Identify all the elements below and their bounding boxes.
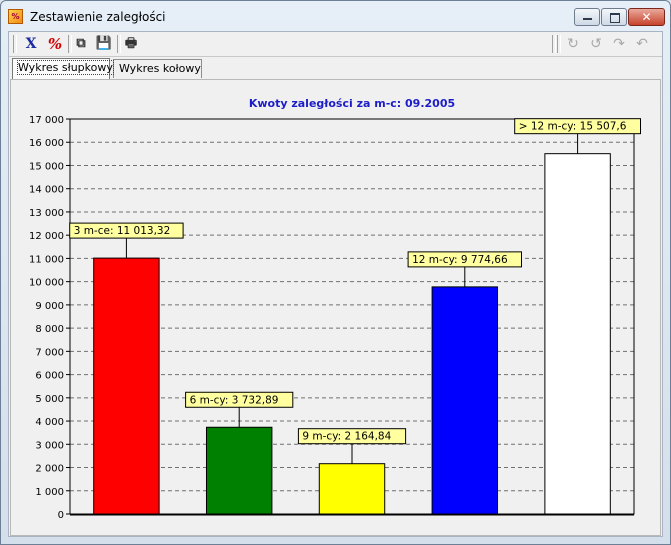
toolbar-grip[interactable] <box>552 35 556 53</box>
y-tick-label: 11 000 <box>29 254 64 265</box>
bar <box>93 257 160 515</box>
y-tick-label: 6 000 <box>35 371 64 382</box>
rotate-cw-icon: ↻ <box>567 36 579 52</box>
redo-button[interactable]: ↷ <box>609 35 629 53</box>
print-button[interactable]: 🖶 <box>121 35 141 53</box>
y-tick-label: 10 000 <box>29 278 64 289</box>
y-tick-label: 3 000 <box>35 440 64 451</box>
data-label: 12 m-cy: 9 774,66 <box>412 254 508 266</box>
bar-chart: Kwoty zaległości za m-c: 09.2005 0 1 000 2 … <box>29 97 642 521</box>
window-client: X % ⧉ 💾 🖶 ↻ ↺ ↷ ↶ Wykres słupkowy Wykres… <box>8 31 663 537</box>
window-title: Zestawienie zaległości <box>30 10 166 24</box>
tab-pie-chart[interactable]: Wykres kołowy <box>113 59 202 78</box>
data-label: 3 m-ce: 11 013,32 <box>74 225 171 237</box>
data-label: > 12 m-cy: 15 507,6 <box>519 121 627 133</box>
bar <box>205 426 273 515</box>
rotate-cw-button[interactable]: ↻ <box>563 35 583 53</box>
rotate-ccw-icon: ↺ <box>590 36 602 52</box>
data-label: 9 m-cy: 2 164,84 <box>302 431 391 443</box>
minimize-icon <box>583 18 592 20</box>
rotate-ccw-button[interactable]: ↺ <box>586 35 606 53</box>
delete-button[interactable]: X <box>21 35 41 53</box>
title-bar[interactable]: % Zestawienie zaległości ✕ <box>1 1 670 31</box>
save-button[interactable]: 💾 <box>94 35 114 53</box>
tab-label: Wykres kołowy <box>119 62 201 75</box>
y-tick-label: 1 000 <box>35 487 64 498</box>
close-button[interactable]: ✕ <box>628 8 665 26</box>
app-icon: % <box>8 9 23 24</box>
tab-label: Wykres słupkowy <box>17 60 114 75</box>
y-tick-label: 2 000 <box>35 464 64 475</box>
y-tick-label: 0 <box>58 510 64 521</box>
maximize-button[interactable] <box>601 8 627 26</box>
maximize-icon <box>610 13 620 23</box>
bar <box>431 286 499 515</box>
print-icon: 🖶 <box>124 36 138 51</box>
app-window: % Zestawienie zaległości ✕ X % ⧉ 💾 🖶 ↻ ↺… <box>0 0 671 545</box>
undo-icon: ↶ <box>636 36 648 52</box>
percent-icon: % <box>47 35 63 53</box>
toolbar-grip[interactable] <box>13 35 17 53</box>
toolbar-separator <box>557 35 561 53</box>
chart-title: Kwoty zaległości za m-c: 09.2005 <box>249 97 455 110</box>
delete-icon: X <box>25 36 37 52</box>
tab-bar-chart[interactable]: Wykres słupkowy <box>12 58 114 79</box>
copy-icon: ⧉ <box>76 36 86 51</box>
y-tick-label: 14 000 <box>29 185 64 196</box>
data-label: 6 m-cy: 3 732,89 <box>190 394 279 406</box>
y-tick-label: 12 000 <box>29 231 64 242</box>
chart-panel: Kwoty zaległości za m-c: 09.2005 0 1 000 2 … <box>10 79 661 536</box>
bar <box>318 463 386 515</box>
y-tick-label: 17 000 <box>29 115 64 126</box>
y-tick-label: 7 000 <box>35 347 64 358</box>
save-icon: 💾 <box>95 36 113 51</box>
y-tick-label: 16 000 <box>29 138 64 149</box>
toolbar: X % ⧉ 💾 🖶 ↻ ↺ ↷ ↶ <box>9 32 662 57</box>
close-icon: ✕ <box>641 10 652 24</box>
y-tick-label: 8 000 <box>35 324 64 335</box>
y-tick-label: 9 000 <box>35 301 64 312</box>
percent-button[interactable]: % <box>45 35 65 53</box>
undo-button[interactable]: ↶ <box>632 35 652 53</box>
y-tick-label: 4 000 <box>35 417 64 428</box>
y-tick-label: 15 000 <box>29 161 64 172</box>
y-tick-label: 13 000 <box>29 208 64 219</box>
copy-button[interactable]: ⧉ <box>71 35 91 53</box>
bar <box>544 153 611 515</box>
minimize-button[interactable] <box>574 8 600 26</box>
redo-icon: ↷ <box>613 36 625 52</box>
y-tick-label: 5 000 <box>35 394 64 405</box>
